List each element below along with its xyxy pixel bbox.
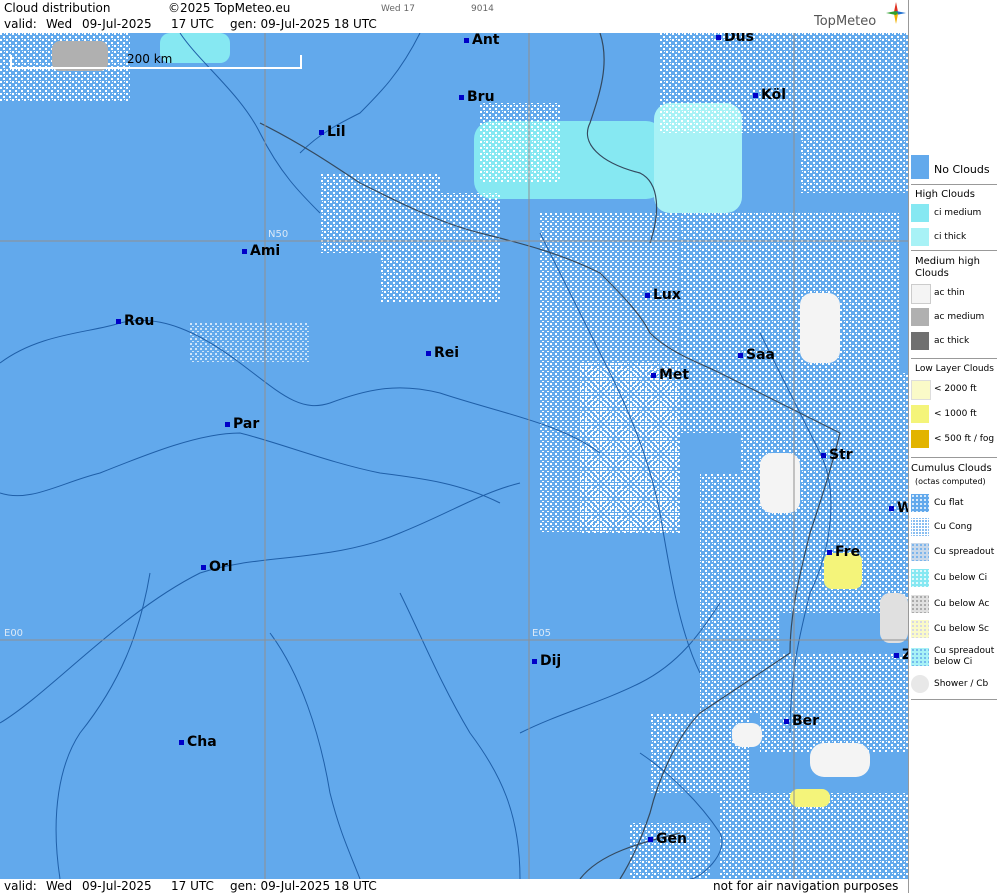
city-marker: Ami [242,244,280,258]
legend-low-1000: < 1000 ft [909,405,1000,425]
legend-cu-head-1: Cumulus Clouds [911,463,992,474]
legend-ac-medium: ac medium [909,308,1000,328]
city-dot-icon [821,452,826,458]
city-marker: Gen [648,832,687,846]
map-title: Cloud distribution [4,1,111,15]
scale-label: 200 km [127,52,173,66]
city-dot-icon [242,248,247,254]
city-dot-icon [645,292,650,298]
no-clouds-swatch [911,155,929,179]
legend-ac-thin: ac thin [909,284,1000,304]
shower-cb-icon [911,675,929,693]
compass-logo-icon [886,2,906,24]
city-marker: Lux [645,288,681,302]
city-marker: Orl [201,560,233,574]
city-dot-icon [651,372,656,378]
legend-shower: Shower / Cb [909,675,1000,695]
legend-cu-below-ci: Cu below Ci [909,569,1000,589]
run-code: 9014 [471,4,494,14]
map-footer: valid: Wed 09-Jul-2025 17 UTC gen: 09-Ju… [0,879,908,893]
city-marker: Bru [459,90,495,104]
city-marker: Rei [426,346,459,360]
legend-cu-cong: Cu Cong [909,518,1000,538]
legend-high-head: High Clouds [915,189,975,200]
run-label: Wed 17 [381,4,415,14]
city-marker: Ant [464,33,500,47]
city-dot-icon [201,564,206,570]
city-dot-icon [426,350,431,356]
legend-cu-flat: Cu flat [909,494,1000,514]
cloud-map[interactable]: N50 E00 E05 200 km Ant Düs Bru Köl Lil A… [0,33,908,879]
city-dot-icon [784,718,789,724]
city-marker: Ber [784,714,819,728]
footer-valid-date: 09-Jul-2025 [82,879,152,893]
legend-ci-thick: ci thick [909,228,1000,248]
footer-valid-day: Wed [46,879,73,893]
city-marker: W [889,501,908,515]
cloud-areas [0,33,908,879]
city-dot-icon [225,421,230,427]
city-marker: Fre [827,545,860,559]
legend-cu-spread: Cu spreadout [909,543,1000,563]
city-marker: Cha [179,735,217,749]
legend-medium-head-1: Medium high [915,256,980,267]
city-dot-icon [648,836,653,842]
legend-low-500: < 500 ft / fog [909,430,1000,450]
legend-ci-medium: ci medium [909,204,1000,224]
valid-label: valid: [4,17,37,31]
legend-panel: No Clouds High Clouds ci medium ci thick… [908,0,1000,893]
city-marker: Düs [716,33,754,44]
legend-medium-head-2: Clouds [915,268,949,279]
scale-bar: 200 km [10,52,302,69]
grid-label-n50: N50 [268,229,289,240]
city-marker: Z [894,648,908,662]
legend-ac-thick: ac thick [909,332,1000,352]
legend-cu-below-ac: Cu below Ac [909,595,1000,615]
city-dot-icon [716,34,721,40]
legend-cu-spread-ci: Cu spreadout below Ci [909,646,1000,670]
city-marker: Str [821,448,853,462]
city-dot-icon [738,352,743,358]
city-marker: Köl [753,88,786,102]
grid-label-e00: E00 [4,628,24,639]
legend-cu-head-2: (octas computed) [915,477,986,486]
city-dot-icon [894,652,899,658]
copyright: ©2025 TopMeteo.eu [168,1,291,15]
map-header: Cloud distribution ©2025 TopMeteo.eu Wed… [0,0,908,33]
city-dot-icon [753,92,758,98]
city-marker: Lil [319,125,346,139]
city-dot-icon [464,37,469,43]
valid-date: 09-Jul-2025 [82,17,152,31]
legend-cu-below-sc: Cu below Sc [909,620,1000,640]
city-dot-icon [827,549,832,555]
legend-low-head: Low Layer Clouds [915,364,994,374]
city-marker: Dij [532,654,561,668]
city-marker: Met [651,368,689,382]
city-dot-icon [459,94,464,100]
city-dot-icon [116,318,121,324]
city-dot-icon [889,505,894,511]
legend-no-clouds: No Clouds [909,155,1000,181]
city-dot-icon [319,129,324,135]
footer-valid-label: valid: [4,879,37,893]
valid-day: Wed [46,17,73,31]
gen-label: gen: 09-Jul-2025 18 UTC [230,17,377,31]
valid-time: 17 UTC [171,17,214,31]
city-marker: Rou [116,314,154,328]
footer-valid-time: 17 UTC [171,879,214,893]
legend-low-2000: < 2000 ft [909,380,1000,400]
map-layers [0,33,908,879]
city-marker: Par [225,417,259,431]
disclaimer: not for air navigation purposes [713,879,899,893]
city-marker: Saa [738,348,775,362]
grid-label-e05: E05 [532,628,552,639]
city-dot-icon [179,739,184,745]
city-dot-icon [532,658,537,664]
topmeteo-logo: TopMeteo [814,14,877,29]
footer-gen-label: gen: 09-Jul-2025 18 UTC [230,879,377,893]
